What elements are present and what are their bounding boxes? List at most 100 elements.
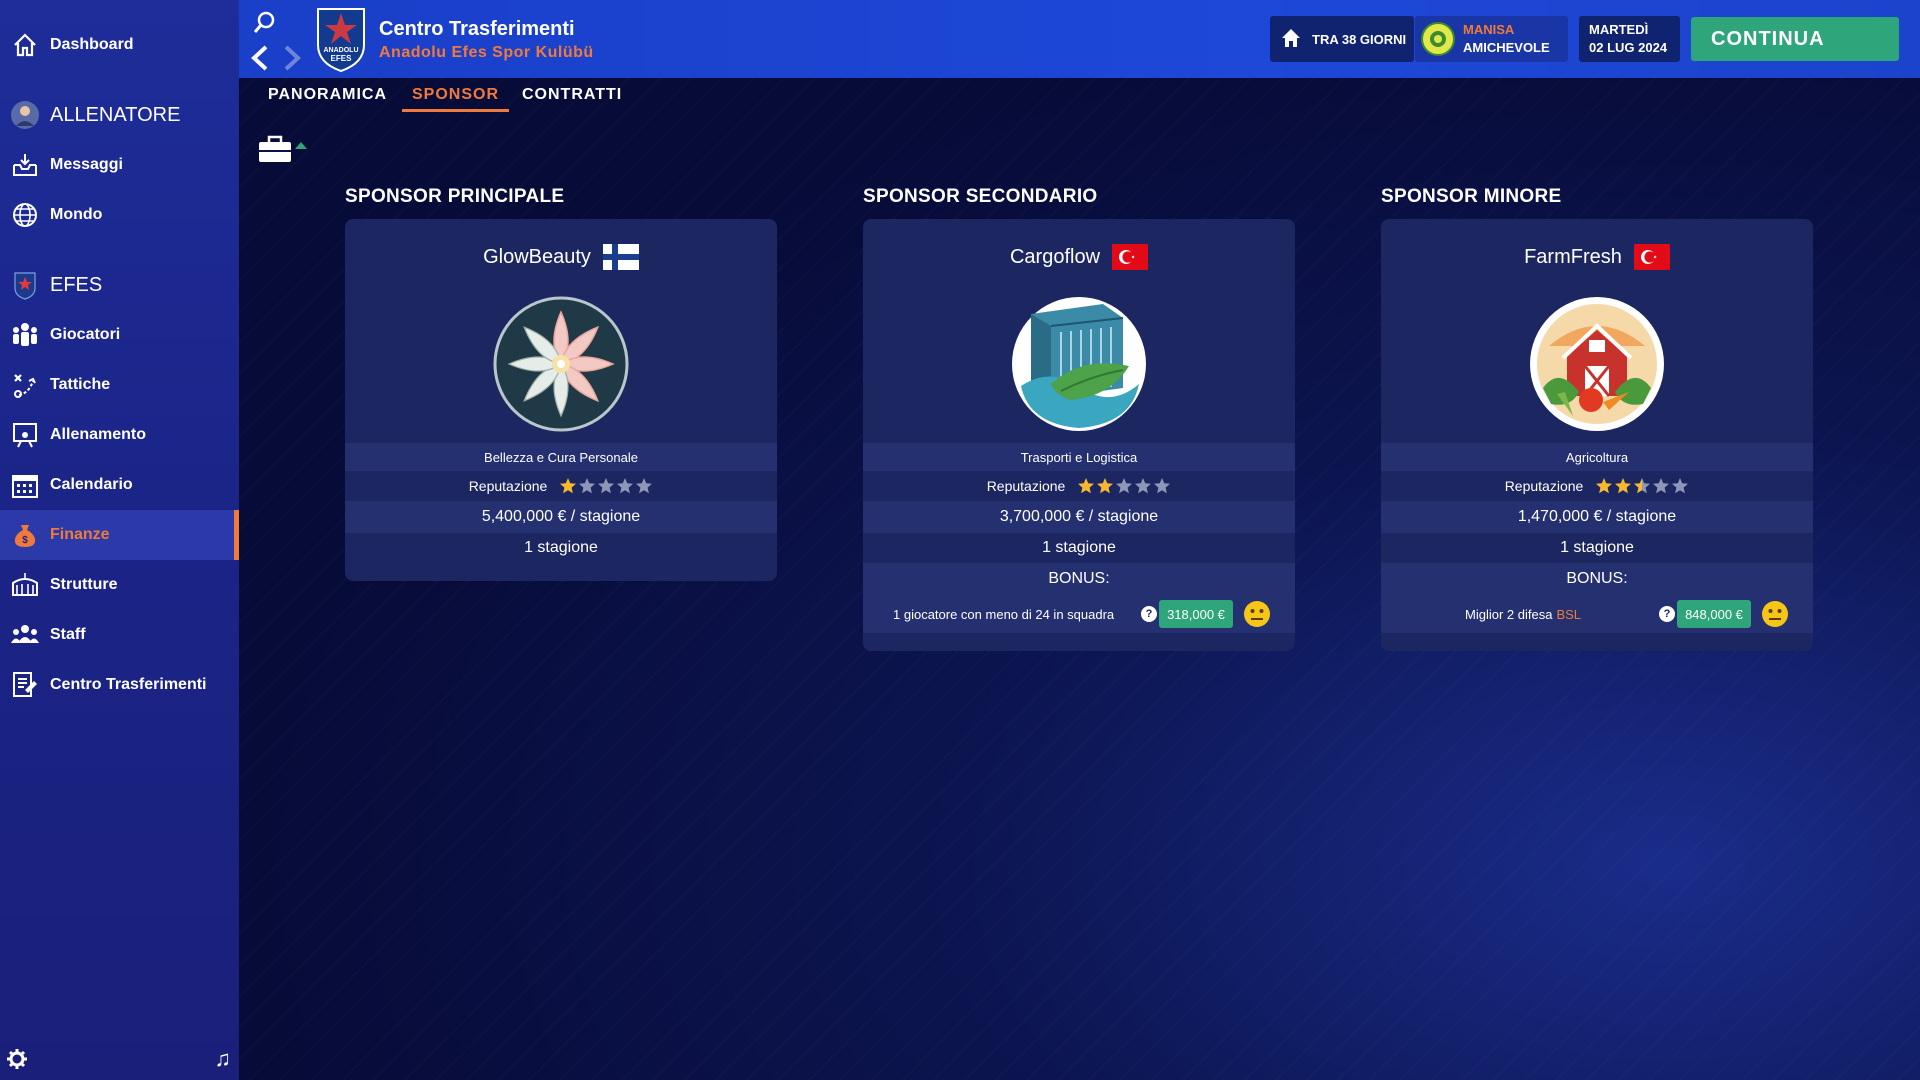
sidebar-item-label: ALLENATORE: [50, 103, 181, 126]
stadium-icon: [10, 570, 40, 600]
next-match-card[interactable]: MANISA AMICHEVOLE: [1415, 16, 1568, 62]
sponsor-industry: Agricoltura: [1381, 443, 1813, 471]
back-arrow-icon[interactable]: [248, 44, 272, 77]
sidebar: Dashboard ALLENATORE Messaggi Mondo EFES…: [0, 0, 239, 1080]
sidebar-item-label: Tattiche: [50, 376, 111, 393]
sidebar-item-label: Strutture: [50, 576, 118, 593]
music-note-icon[interactable]: ♫: [215, 1046, 232, 1072]
sponsor-industry: Trasporti e Logistica: [863, 443, 1295, 471]
bonus-heading: BONUS:: [863, 563, 1295, 595]
neutral-face-icon: [1761, 600, 1789, 628]
star-empty-icon: [1154, 478, 1171, 494]
match-type: AMICHEVOLE: [1463, 40, 1550, 55]
current-date-value: 02 LUG 2024: [1589, 40, 1668, 55]
sidebar-item-label: Centro Trasferimenti: [50, 676, 207, 693]
bonus-heading: BONUS:: [1381, 563, 1813, 595]
sponsor-amount: 5,400,000 € / stagione: [345, 501, 777, 533]
bonus-condition-text: Miglior 2 difesa: [1465, 606, 1553, 622]
reputation-row: Reputazione: [345, 471, 777, 501]
current-day: MARTEDÌ: [1589, 22, 1649, 37]
sidebar-item-staff[interactable]: Staff: [0, 610, 239, 660]
sidebar-item-label: Dashboard: [50, 36, 134, 53]
bonus-condition: Miglior 2 difesa BSL: [1465, 607, 1581, 622]
reputation-row: Reputazione: [863, 471, 1295, 501]
glowbeauty-logo: [493, 296, 629, 432]
sponsor-amount: 3,700,000 € / stagione: [863, 501, 1295, 533]
league-link[interactable]: BSL: [1556, 607, 1581, 622]
sponsor-card-secondario: Cargoflow Trasporti e Logistica Reputazi…: [863, 219, 1295, 651]
club-crest: ANADOLU EFES: [315, 5, 367, 73]
sponsor-principale-heading: SPONSOR PRINCIPALE: [345, 186, 565, 207]
star-empty-icon: [617, 478, 634, 494]
page-title: Centro Trasferimenti: [379, 18, 575, 40]
opponent-name: MANISA: [1463, 22, 1515, 37]
sidebar-item-messaggi[interactable]: Messaggi: [0, 140, 239, 190]
sponsor-minore-heading: SPONSOR MINORE: [1381, 186, 1562, 207]
star-empty-icon: [1116, 478, 1133, 494]
briefcase-icon[interactable]: [258, 135, 308, 168]
star-empty-icon: [1672, 478, 1689, 494]
star-empty-icon: [1653, 478, 1670, 494]
staff-icon: [10, 620, 40, 650]
sidebar-item-centro-trasferimenti[interactable]: Centro Trasferimenti: [0, 660, 239, 710]
sponsor-duration: 1 stagione: [524, 539, 598, 556]
next-home-match[interactable]: TRA 38 GIORNI: [1270, 16, 1414, 62]
sidebar-item-label: Calendario: [50, 476, 133, 493]
gear-icon[interactable]: [6, 1048, 28, 1075]
sidebar-item-strutture[interactable]: Strutture: [0, 560, 239, 610]
sidebar-item-finanze[interactable]: $ Finanze: [0, 510, 239, 560]
sponsor-duration: 1 stagione: [1560, 539, 1634, 556]
star-filled-icon: [1615, 478, 1632, 494]
neutral-face-icon: [1243, 600, 1271, 628]
players-icon: [10, 320, 40, 350]
star-empty-icon: [598, 478, 615, 494]
tab-panoramica[interactable]: PANORAMICA: [258, 86, 397, 110]
sponsor-duration: 1 stagione: [1042, 539, 1116, 556]
sidebar-item-efes[interactable]: EFES: [0, 260, 239, 310]
reputation-stars: [1595, 477, 1689, 495]
cargoflow-logo: [1011, 296, 1147, 432]
calendar-icon: [10, 470, 40, 500]
club-name: Anadolu Efes Spor Kulübü: [379, 44, 594, 61]
forward-arrow-icon[interactable]: [280, 44, 304, 77]
sponsor-amount: 1,470,000 € / stagione: [1381, 501, 1813, 533]
bonus-condition: 1 giocatore con meno di 24 in squadra: [893, 606, 1115, 622]
money-bag-icon: $: [10, 520, 40, 550]
sidebar-item-label: Staff: [50, 626, 86, 643]
sidebar-item-calendario[interactable]: Calendario: [0, 460, 239, 510]
sponsor-card-minore: FarmFresh Agricoltura Reputazione 1,470,…: [1381, 219, 1813, 651]
sponsor-name: Cargoflow: [1009, 245, 1101, 268]
transfer-doc-icon: [10, 670, 40, 700]
sidebar-item-dashboard[interactable]: Dashboard: [0, 20, 239, 70]
sidebar-item-label: Mondo: [50, 206, 103, 223]
sidebar-item-allenamento[interactable]: Allenamento: [0, 410, 239, 460]
star-filled-icon: [560, 478, 577, 494]
tab-sponsor[interactable]: SPONSOR: [402, 86, 510, 112]
next-match-countdown: TRA 38 GIORNI: [1312, 31, 1407, 47]
bonus-row: 1 giocatore con meno di 24 in squadra ? …: [863, 595, 1295, 633]
reputation-row: Reputazione: [1381, 471, 1813, 501]
sidebar-item-giocatori[interactable]: Giocatori: [0, 310, 239, 360]
star-filled-icon: [1078, 478, 1095, 494]
sidebar-item-allenatore[interactable]: ALLENATORE: [0, 90, 239, 140]
tactics-icon: [10, 370, 40, 400]
finland-flag-icon: [602, 244, 639, 270]
sponsor-secondario-heading: SPONSOR SECONDARIO: [863, 186, 1098, 207]
sponsor-name: FarmFresh: [1524, 245, 1622, 268]
star-empty-icon: [579, 478, 596, 494]
bonus-amount: 848,000 €: [1677, 600, 1751, 628]
sidebar-item-label: Finanze: [50, 526, 110, 543]
search-icon[interactable]: [252, 10, 278, 41]
sidebar-item-mondo[interactable]: Mondo: [0, 190, 239, 240]
coach-avatar: [10, 100, 40, 130]
help-icon[interactable]: ?: [1659, 606, 1675, 622]
help-icon[interactable]: ?: [1141, 606, 1157, 622]
current-date: MARTEDÌ 02 LUG 2024: [1579, 16, 1680, 62]
sidebar-item-tattiche[interactable]: Tattiche: [0, 360, 239, 410]
sidebar-item-label: Allenamento: [50, 426, 147, 443]
continue-button[interactable]: CONTINUA: [1691, 17, 1899, 61]
home-icon: [1280, 27, 1302, 52]
sponsor-card-principale: GlowBeauty Bellezza e Cura Personale Rep…: [345, 219, 777, 581]
reputation-label: Reputazione: [468, 478, 548, 494]
tab-contratti[interactable]: CONTRATTI: [512, 86, 632, 110]
